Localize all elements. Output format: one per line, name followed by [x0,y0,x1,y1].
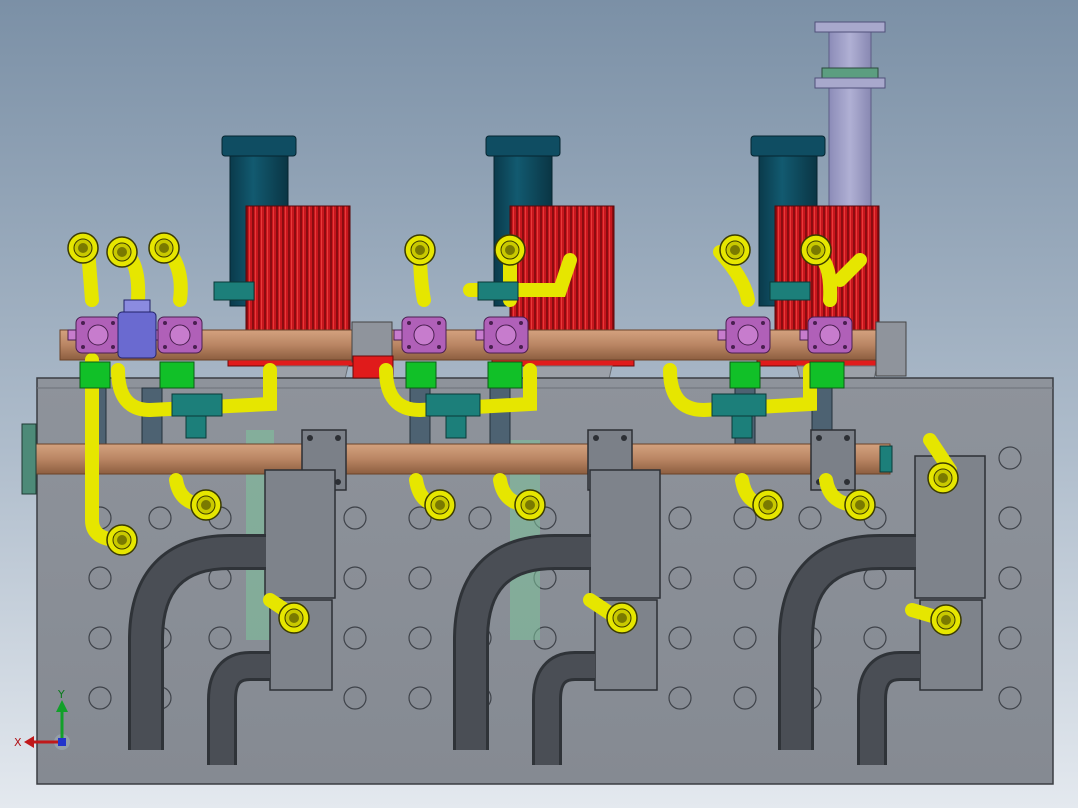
blue-check-valve[interactable] [117,299,157,359]
cad-viewport[interactable]: Y X [0,0,1078,808]
triad-label-y: Y [57,688,65,701]
triad-label-x: X [14,736,22,749]
